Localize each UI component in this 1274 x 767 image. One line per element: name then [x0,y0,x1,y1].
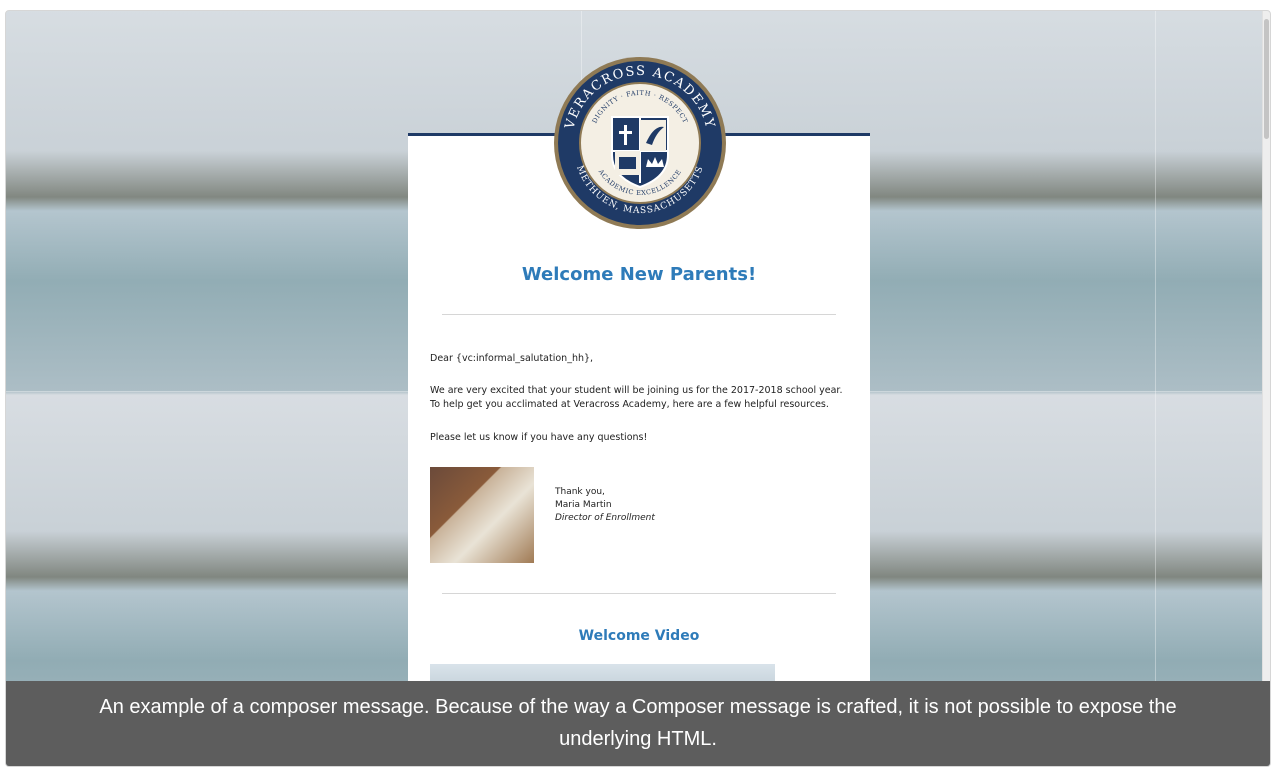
image-caption: An example of a composer message. Becaus… [6,681,1270,766]
signature-closing: Thank you, [555,487,605,497]
body-paragraph: We are very excited that your student wi… [430,385,843,410]
school-crest-logo: VERACROSS ACADEMY METHUEN, MASSACHUSETTS… [554,57,726,229]
divider [442,593,836,594]
email-title: Welcome New Parents! [521,264,757,285]
background-tile-seam [1155,11,1156,766]
signature: Thank you, Maria Martin Director of Enro… [555,486,655,525]
staff-photo [430,467,534,563]
scrollbar-thumb[interactable] [1264,19,1269,139]
composer-preview-frame: Welcome New Parents! Dear {vc:informal_s… [5,10,1271,767]
divider [442,314,836,315]
signature-role: Director of Enrollment [555,513,655,523]
greeting: Dear {vc:informal_salutation_hh}, [430,353,594,364]
body-paragraph: Please let us know if you have any quest… [430,432,648,443]
signature-name: Maria Martin [555,500,612,510]
caption-text: An example of a composer message. Becaus… [99,696,1177,750]
video-title: Welcome Video [578,628,700,644]
scrollbar[interactable] [1262,11,1270,681]
